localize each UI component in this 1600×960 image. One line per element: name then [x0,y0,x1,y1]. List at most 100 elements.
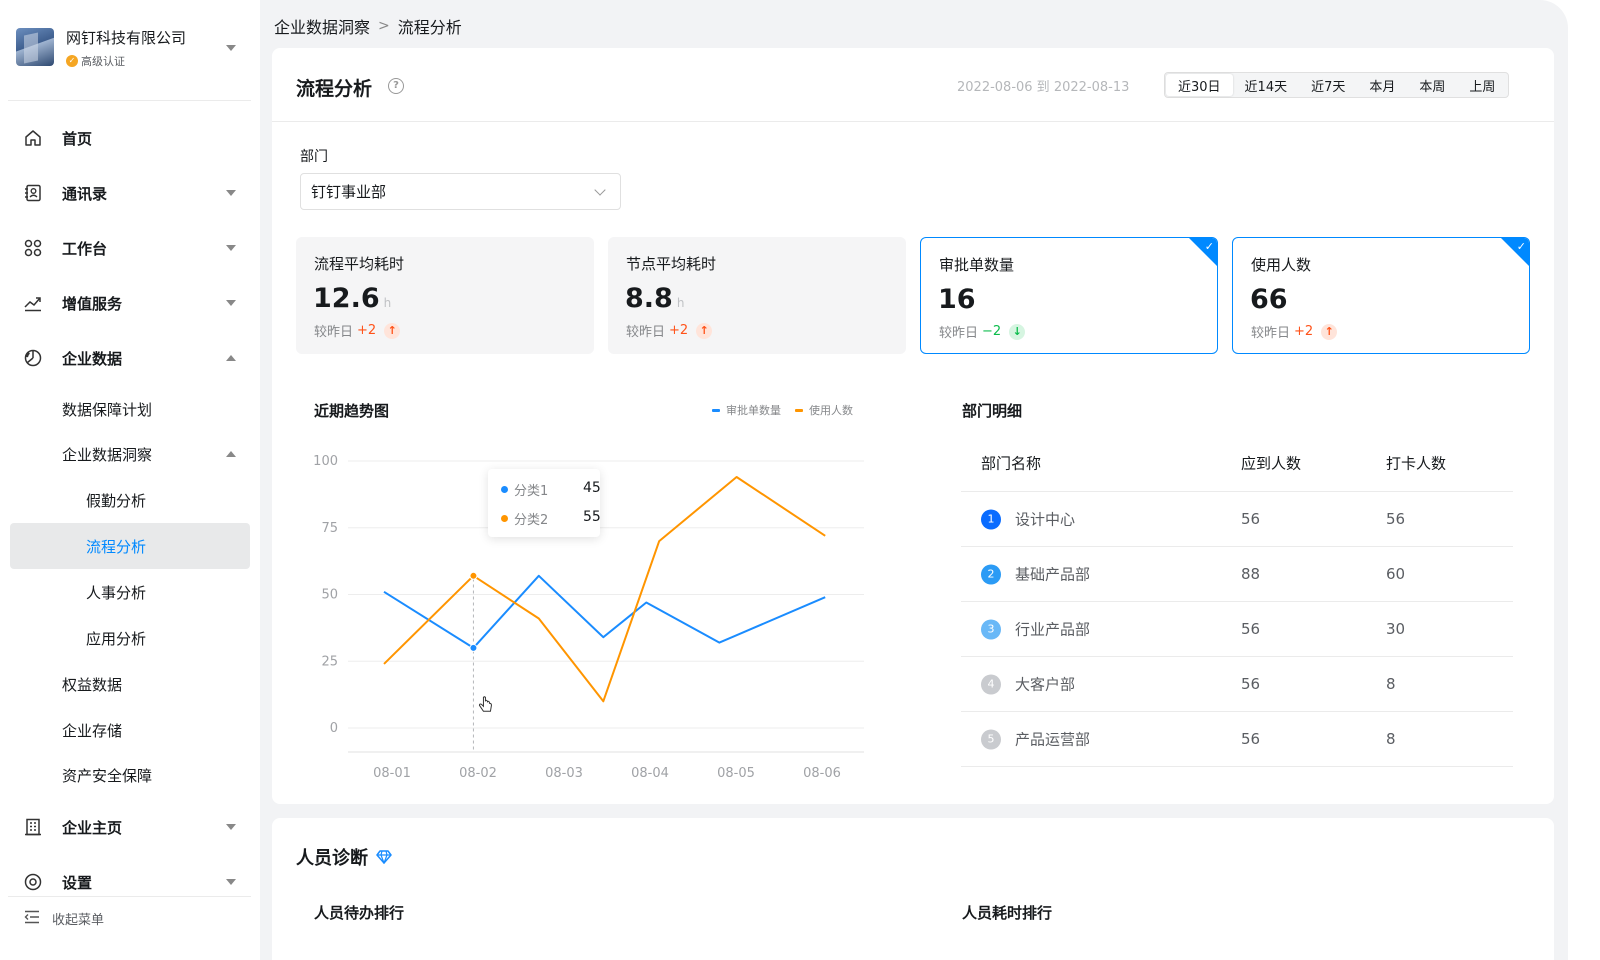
nav-app-analysis[interactable]: 应用分析 [10,615,250,661]
nav-contacts-label: 通讯录 [62,184,108,203]
nav-workbench[interactable]: 工作台 [10,225,250,271]
range-option[interactable]: 近7天 [1299,74,1357,96]
metric-card[interactable]: 流程平均耗时 12.6 h 较昨日 +2 ↑ [296,237,594,354]
chart-legend: 审批单数量 使用人数 [712,402,853,418]
metric-delta: −2 [982,324,1002,339]
department-name-cell: 3 行业产品部 [981,619,1090,640]
nav-contacts[interactable]: 通讯录 [10,170,250,216]
staff-diagnosis-title: 人员诊断 [296,844,392,870]
table-row[interactable]: 1 设计中心 56 56 [961,492,1513,547]
certification-label: 高级认证 [81,55,125,68]
org-switcher[interactable]: 网钉科技有限公司 ✓ 高级认证 [14,26,250,76]
x-tick-label: 08-06 [803,766,841,781]
department-name: 行业产品部 [1015,620,1091,639]
caret-up-icon [226,451,236,457]
time-rank-title: 人员耗时排行 [962,904,1053,922]
nav-data-insight[interactable]: 企业数据洞察 [10,431,250,477]
collapse-menu-label: 收起菜单 [52,913,105,928]
table-row[interactable]: 5 产品运营部 56 8 [961,712,1513,767]
legend-item[interactable]: 审批单数量 [712,402,781,418]
department-select-value: 钉钉事业部 [311,183,387,201]
legend-swatch [795,408,803,412]
department-name-cell: 4 大客户部 [981,674,1075,695]
department-name-cell: 1 设计中心 [981,509,1075,530]
checked-count: 60 [1386,565,1406,583]
chart-tooltip: 分类1 45 分类2 55 [488,469,601,537]
x-tick-label: 08-02 [459,766,497,781]
table-row[interactable]: 2 基础产品部 88 60 [961,547,1513,602]
expected-count: 88 [1241,565,1261,583]
metric-card[interactable]: 审批单数量 16 较昨日 −2 ↓ ✓ [920,237,1218,354]
chevron-down-icon [594,184,606,196]
org-logo [16,28,54,66]
process-analysis-card: 流程分析 ? 2022-08-06 到 2022-08-13 近30日 近14天近… [272,48,1554,804]
collapse-menu-button[interactable]: 收起菜单 [8,896,251,940]
range-option[interactable]: 本周 [1407,74,1457,96]
nav-hr-analysis[interactable]: 人事分析 [10,569,250,615]
range-option[interactable]: 近30日 [1166,74,1233,96]
range-option[interactable]: 上周 [1457,74,1507,96]
caret-up-icon [226,355,236,361]
nav-asset-security[interactable]: 资产安全保障 [10,752,250,798]
department-name: 设计中心 [1015,510,1076,529]
nav-rights-data[interactable]: 权益数据 [10,661,250,707]
department-name: 基础产品部 [1015,565,1091,584]
nav-process-analysis[interactable]: 流程分析 [10,523,250,569]
nav-home[interactable]: 首页 [10,115,250,161]
metric-unit: h [676,296,685,310]
nav-storage[interactable]: 企业存储 [10,707,250,753]
nav-data-plan[interactable]: 数据保障计划 [10,386,250,432]
range-option[interactable]: 本月 [1357,74,1407,96]
column-header-expected: 应到人数 [1241,454,1302,473]
metric-comparison: 较昨日 +2 ↑ [314,321,401,340]
staff-diagnosis-card: 人员诊断 人员待办排行 人员耗时排行 [272,818,1554,960]
caret-down-icon[interactable] [226,45,236,51]
arrow-up-icon: ↑ [696,322,713,339]
main-content: 企业数据洞察 > 流程分析 流程分析 ? 2022-08-06 到 2022-0… [260,0,1568,960]
legend-label: 审批单数量 [726,404,781,417]
legend-item[interactable]: 使用人数 [795,402,853,418]
nav-enterprise-data-label: 企业数据 [62,349,123,368]
page-title: 流程分析 [296,78,373,100]
comparison-label: 较昨日 [314,325,354,340]
tooltip-series-name: 分类1 [514,484,549,499]
rank-badge: 1 [981,509,1001,529]
department-name-cell: 2 基础产品部 [981,564,1090,585]
card-header: 流程分析 ? 2022-08-06 到 2022-08-13 近30日 近14天近… [272,48,1554,122]
tooltip-row: 分类1 45 [501,480,601,499]
nav-workbench-label: 工作台 [62,239,108,258]
metric-label: 使用人数 [1251,256,1312,274]
range-option[interactable]: 近14天 [1233,74,1300,96]
staff-diagnosis-label: 人员诊断 [296,848,368,869]
help-icon[interactable]: ? [388,78,404,94]
nav-homepage[interactable]: 企业主页 [10,804,250,850]
breadcrumb-parent[interactable]: 企业数据洞察 [274,14,370,38]
series-line [383,476,826,703]
metric-card[interactable]: 使用人数 66 较昨日 +2 ↑ ✓ [1232,237,1530,354]
department-select[interactable]: 钉钉事业部 [300,173,621,210]
metric-label: 审批单数量 [939,256,1015,274]
checked-count: 56 [1386,510,1406,528]
metric-delta: +2 [669,323,689,338]
table-row[interactable]: 4 大客户部 56 8 [961,657,1513,712]
nav-attendance[interactable]: 假勤分析 [10,477,250,523]
breadcrumb: 企业数据洞察 > 流程分析 [274,14,462,38]
table-row[interactable]: 3 行业产品部 56 30 [961,602,1513,657]
nav-value-added[interactable]: 增值服务 [10,280,250,326]
metric-label: 流程平均耗时 [314,255,405,273]
department-name-cell: 5 产品运营部 [981,729,1090,750]
metric-number: 8.8 [625,283,673,314]
rank-badge: 4 [981,674,1001,694]
legend-swatch [712,408,720,412]
metric-delta: +2 [357,323,377,338]
y-tick-label: 50 [321,588,338,603]
table-header: 部门名称 应到人数 打卡人数 [961,435,1513,492]
x-tick-label: 08-03 [545,766,583,781]
divider [8,100,251,101]
nav-enterprise-data[interactable]: 企业数据 [10,335,250,381]
tooltip-row: 分类2 55 [501,509,601,528]
metric-card[interactable]: 节点平均耗时 8.8 h 较昨日 +2 ↑ [608,237,906,354]
metric-delta: +2 [1294,324,1314,339]
caret-down-icon [226,300,236,306]
nav-homepage-label: 企业主页 [62,818,123,837]
